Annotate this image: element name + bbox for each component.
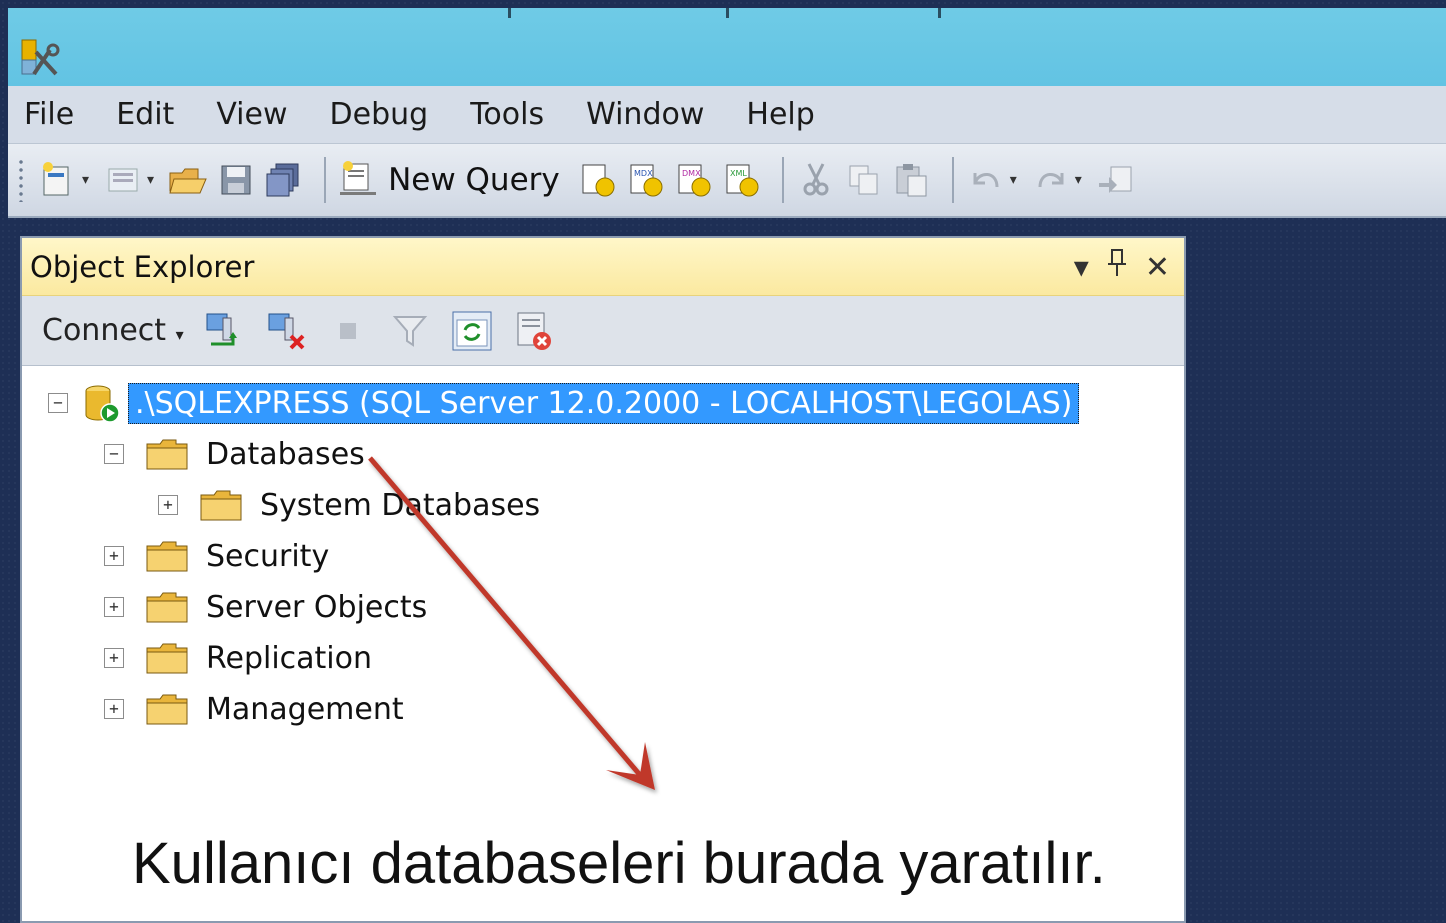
- tree-node-replication[interactable]: + Replication: [104, 637, 372, 679]
- expand-toggle[interactable]: +: [104, 597, 124, 617]
- tree-node-databases[interactable]: − Databases: [104, 433, 365, 475]
- standard-toolbar: ▾ ▾ New Query MDX DMX XML ▾ ▾: [8, 144, 1446, 218]
- expand-toggle[interactable]: +: [104, 648, 124, 668]
- menu-debug[interactable]: Debug: [330, 97, 429, 132]
- menu-window[interactable]: Window: [586, 97, 704, 132]
- panel-controls: ▾ ✕: [1074, 248, 1170, 286]
- paste-icon[interactable]: [892, 160, 932, 200]
- menu-view[interactable]: View: [216, 97, 287, 132]
- navigate-icon[interactable]: [1096, 160, 1136, 200]
- server-running-icon: [85, 385, 120, 423]
- folder-icon: [146, 541, 188, 572]
- ssms-app-icon[interactable]: [20, 38, 62, 80]
- toolbar-grip[interactable]: [18, 158, 24, 202]
- copy-icon[interactable]: [844, 160, 884, 200]
- expand-toggle[interactable]: +: [104, 699, 124, 719]
- connect-object-explorer-icon[interactable]: [202, 309, 246, 353]
- expand-toggle[interactable]: +: [104, 546, 124, 566]
- save-all-icon[interactable]: [264, 160, 304, 200]
- window-position-dropdown-icon[interactable]: ▾: [1074, 250, 1089, 285]
- undo-dropdown-icon[interactable]: ▾: [1010, 172, 1017, 188]
- activity-monitor-icon[interactable]: [512, 309, 556, 353]
- tree-node-security[interactable]: + Security: [104, 535, 329, 577]
- close-icon[interactable]: ✕: [1145, 250, 1170, 285]
- filter-icon[interactable]: [388, 309, 432, 353]
- tree-label-security: Security: [206, 538, 330, 574]
- tree-node-server-objects[interactable]: + Server Objects: [104, 586, 427, 628]
- object-explorer-header: Object Explorer ▾ ✕: [22, 238, 1184, 296]
- menu-edit[interactable]: Edit: [116, 97, 174, 132]
- folder-icon: [146, 643, 188, 674]
- open-file-icon[interactable]: [168, 160, 208, 200]
- connect-label: Connect: [42, 313, 167, 348]
- new-query-label: New Query: [388, 162, 560, 198]
- folder-icon: [146, 592, 188, 623]
- save-icon[interactable]: [216, 160, 256, 200]
- analysis-dmx-query-icon[interactable]: DMX: [674, 160, 714, 200]
- add-item-icon[interactable]: [103, 160, 143, 200]
- tree-label-management: Management: [206, 691, 404, 727]
- new-query-icon: [340, 161, 377, 195]
- folder-icon: [146, 694, 188, 725]
- object-explorer-panel: Object Explorer ▾ ✕ Connect ▾ − .\SQLEXP…: [20, 236, 1186, 923]
- folder-icon: [200, 490, 242, 521]
- title-divider: [508, 8, 511, 18]
- refresh-icon[interactable]: [450, 309, 494, 353]
- tree-node-system-databases[interactable]: + System Databases: [158, 484, 540, 526]
- object-explorer-toolbar: Connect ▾: [22, 296, 1184, 366]
- add-item-dropdown-icon[interactable]: ▾: [147, 172, 154, 188]
- object-explorer-title: Object Explorer: [30, 249, 255, 284]
- redo-icon[interactable]: [1031, 160, 1071, 200]
- server-label: .\SQLEXPRESS (SQL Server 12.0.2000 - LOC…: [128, 382, 1080, 424]
- new-project-icon[interactable]: [38, 160, 78, 200]
- svg-text:DMX: DMX: [682, 169, 701, 178]
- database-engine-query-icon[interactable]: [578, 160, 618, 200]
- collapse-toggle[interactable]: −: [104, 444, 124, 464]
- tree-node-server[interactable]: − .\SQLEXPRESS (SQL Server 12.0.2000 - L…: [48, 382, 1080, 424]
- toolbar-separator: [951, 157, 954, 203]
- folder-icon: [146, 439, 188, 470]
- tree-label-server-objects: Server Objects: [206, 589, 428, 625]
- tree-label-system-databases: System Databases: [260, 487, 541, 523]
- analysis-mdx-query-icon[interactable]: MDX: [626, 160, 666, 200]
- menu-tools[interactable]: Tools: [470, 97, 544, 132]
- screen-background: File Edit View Debug Tools Window Help ▾…: [0, 0, 1446, 923]
- menu-help[interactable]: Help: [746, 97, 814, 132]
- title-divider: [726, 8, 729, 18]
- auto-hide-pin-icon[interactable]: [1107, 248, 1127, 286]
- collapse-toggle[interactable]: −: [48, 393, 68, 413]
- new-project-dropdown-icon[interactable]: ▾: [82, 172, 89, 188]
- analysis-xmla-query-icon[interactable]: XML: [722, 160, 762, 200]
- connect-dropdown-icon[interactable]: ▾: [176, 325, 184, 344]
- new-query-button[interactable]: New Query: [338, 160, 560, 200]
- svg-text:MDX: MDX: [634, 169, 653, 178]
- stop-icon[interactable]: [326, 309, 370, 353]
- object-explorer-tree: − .\SQLEXPRESS (SQL Server 12.0.2000 - L…: [22, 366, 1184, 727]
- expand-toggle[interactable]: +: [158, 495, 178, 515]
- menu-bar: File Edit View Debug Tools Window Help: [8, 86, 1446, 144]
- svg-text:XML: XML: [730, 169, 747, 178]
- undo-icon[interactable]: [966, 160, 1006, 200]
- annotation-caption: Kullanıcı databaseleri burada yaratılır.: [132, 831, 1106, 896]
- cut-icon[interactable]: [796, 160, 836, 200]
- tree-label-replication: Replication: [206, 640, 373, 676]
- tree-label-databases: Databases: [206, 436, 365, 472]
- toolbar-separator: [781, 157, 784, 203]
- tree-node-management[interactable]: + Management: [104, 688, 404, 730]
- connect-button[interactable]: Connect ▾: [42, 313, 184, 348]
- toolbar-separator: [324, 157, 327, 203]
- menu-file[interactable]: File: [24, 97, 74, 132]
- title-divider: [938, 8, 941, 18]
- disconnect-icon[interactable]: [264, 309, 308, 353]
- title-bar: [8, 8, 1446, 86]
- redo-dropdown-icon[interactable]: ▾: [1075, 172, 1082, 188]
